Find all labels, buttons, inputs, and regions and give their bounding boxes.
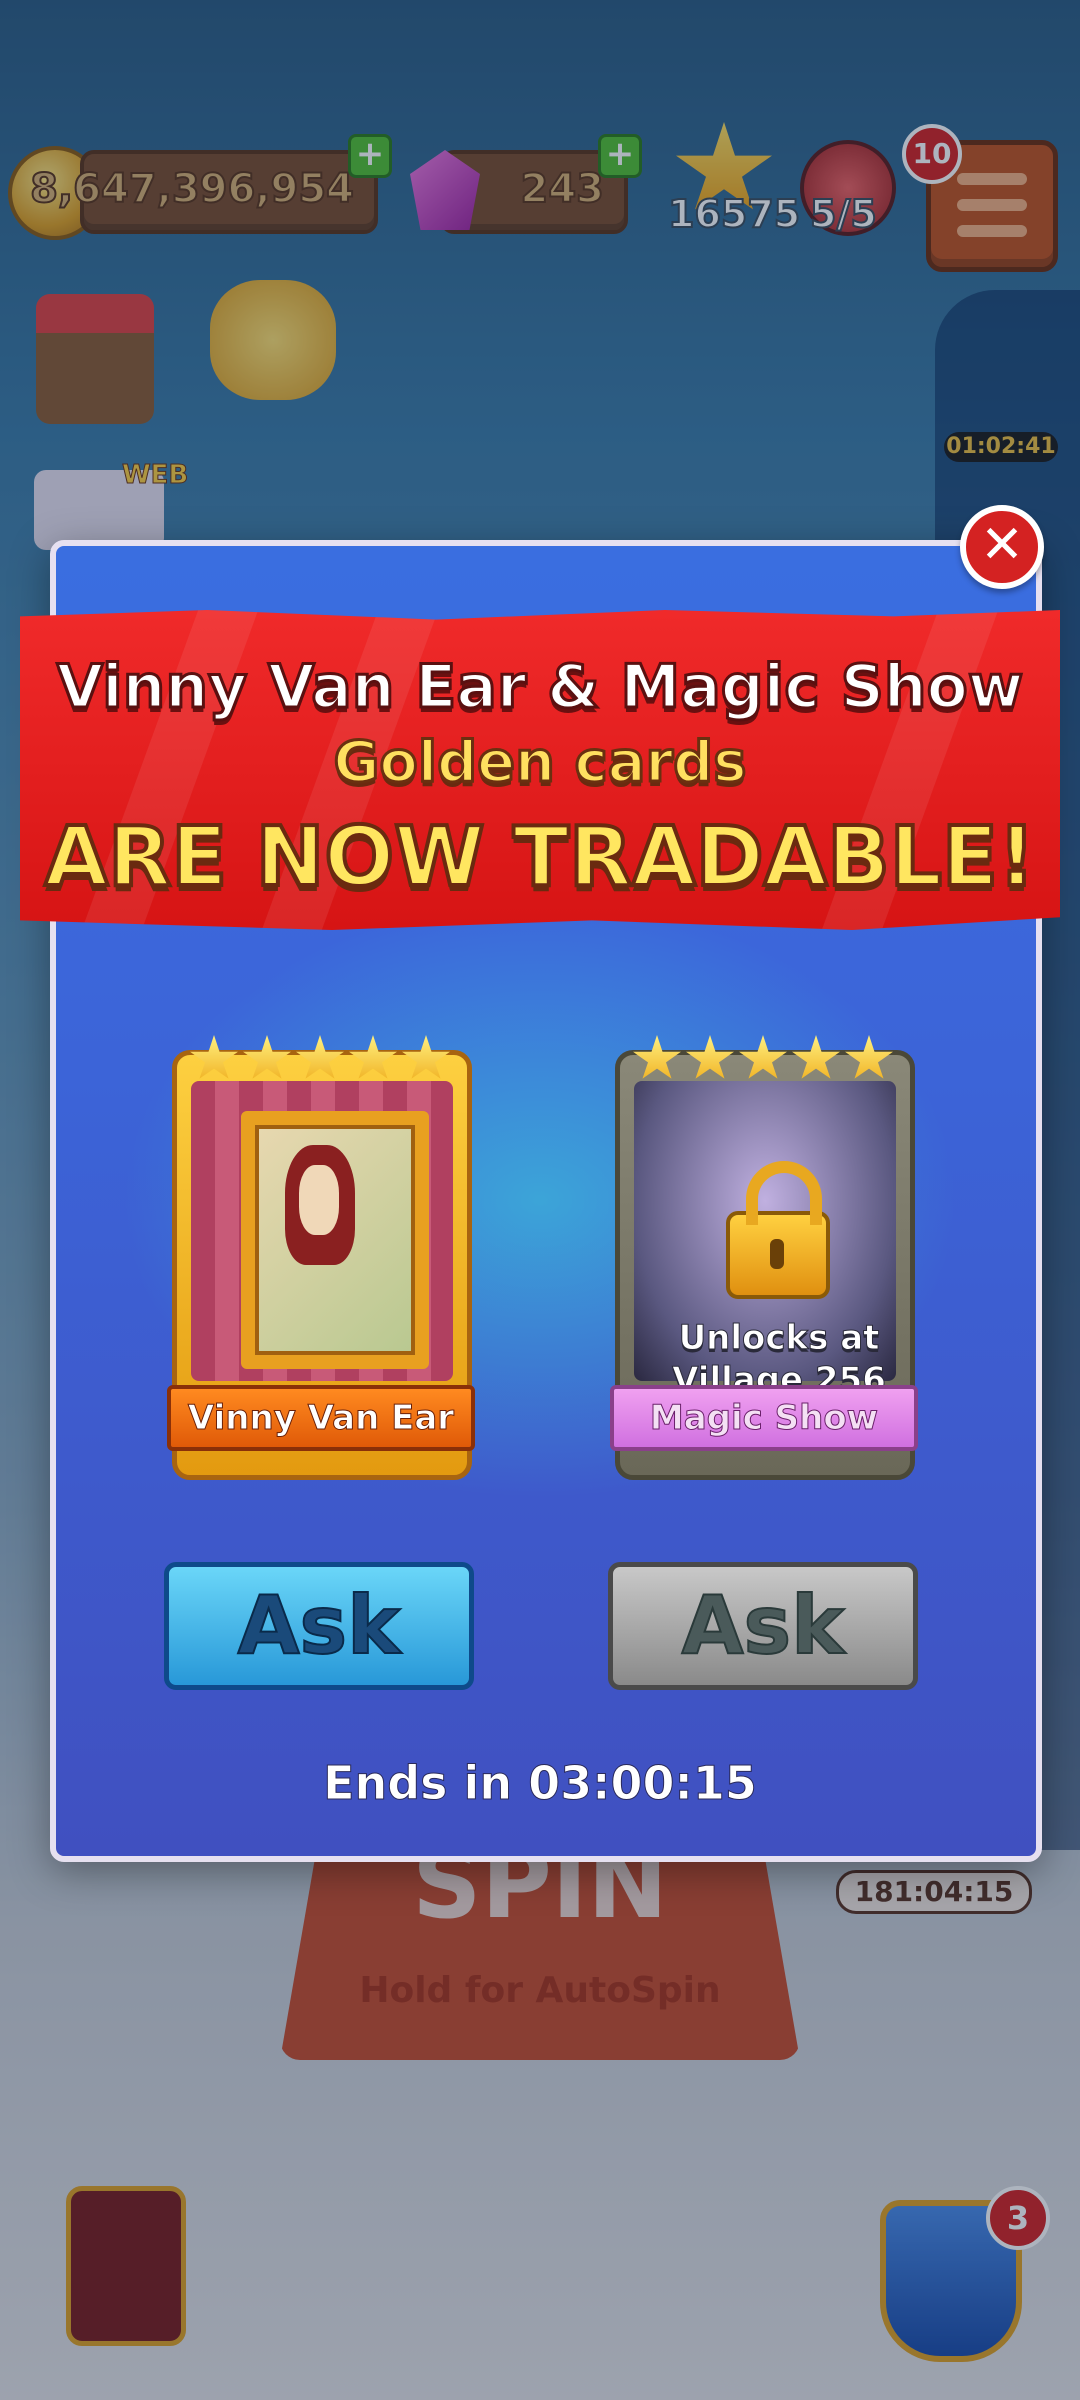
dialog-headline: ARE NOW TRADABLE! (43, 808, 1038, 907)
card-magic-show[interactable]: Unlocks at Village 256 Magic Show (610, 1035, 918, 1480)
card-name: Magic Show (610, 1385, 918, 1451)
close-button[interactable]: ✕ (960, 505, 1044, 589)
dialog-title: Vinny Van Ear & Magic Show (55, 651, 1025, 724)
ask-button-vinny[interactable]: Ask (164, 1562, 474, 1690)
card-art (191, 1081, 453, 1381)
card-vinny-van-ear[interactable]: Vinny Van Ear (167, 1035, 475, 1480)
lock-icon (726, 1161, 830, 1299)
painting-frame-icon (241, 1111, 429, 1369)
ask-button-magic-show[interactable]: Ask (608, 1562, 918, 1690)
dialog-subtitle: Golden cards (332, 729, 748, 797)
card-name: Vinny Van Ear (167, 1385, 475, 1451)
countdown-text: Ends in 03:00:15 (323, 1756, 758, 1811)
card-art: Unlocks at Village 256 (634, 1081, 896, 1401)
unlock-line-1: Unlocks at (678, 1318, 880, 1359)
